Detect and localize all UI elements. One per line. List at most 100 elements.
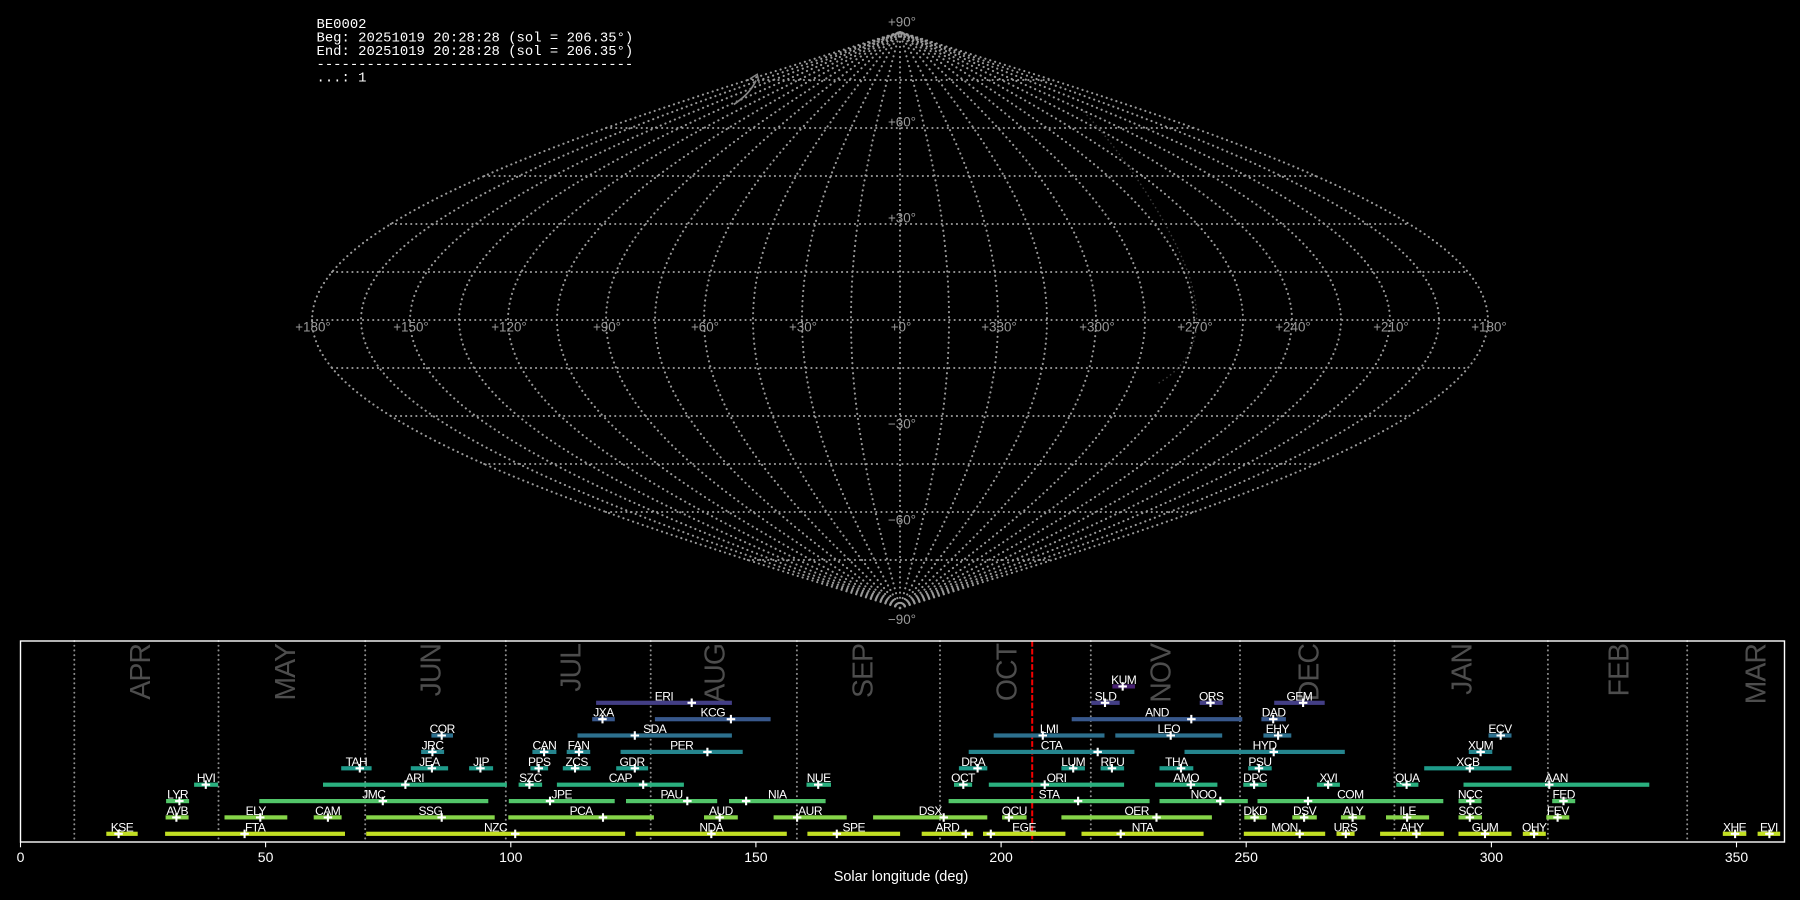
svg-text:DRA: DRA bbox=[961, 755, 985, 769]
svg-text:DKD: DKD bbox=[1243, 804, 1268, 818]
svg-text:+210°: +210° bbox=[1373, 320, 1409, 335]
svg-text:SPE: SPE bbox=[843, 820, 866, 834]
svg-text:EGE: EGE bbox=[1012, 820, 1036, 834]
svg-text:JRC: JRC bbox=[422, 738, 445, 752]
svg-text:+60°: +60° bbox=[888, 115, 916, 130]
svg-text:...: 1: ...: 1 bbox=[317, 71, 367, 87]
svg-text:SSG: SSG bbox=[418, 804, 442, 818]
svg-text:EHY: EHY bbox=[1266, 722, 1290, 736]
svg-text:AVB: AVB bbox=[166, 804, 188, 818]
svg-text:CAN: CAN bbox=[532, 738, 556, 752]
svg-text:LMI: LMI bbox=[1040, 722, 1059, 736]
svg-text:APR: APR bbox=[125, 644, 157, 700]
svg-text:TAH: TAH bbox=[346, 755, 368, 769]
svg-text:JXA: JXA bbox=[593, 706, 614, 720]
svg-text:OHY: OHY bbox=[1522, 820, 1547, 834]
svg-text:KSE: KSE bbox=[111, 820, 134, 834]
svg-text:250: 250 bbox=[1235, 849, 1259, 865]
svg-text:ARI: ARI bbox=[406, 771, 425, 785]
svg-text:GDR: GDR bbox=[620, 755, 646, 769]
svg-text:KCG: KCG bbox=[701, 706, 726, 720]
svg-text:350: 350 bbox=[1725, 849, 1749, 865]
svg-text:GEM: GEM bbox=[1286, 689, 1312, 703]
svg-text:+240°: +240° bbox=[1275, 320, 1311, 335]
svg-text:ECV: ECV bbox=[1488, 722, 1512, 736]
svg-text:JUN: JUN bbox=[416, 644, 448, 696]
svg-text:PAU: PAU bbox=[660, 788, 682, 802]
svg-text:OCU: OCU bbox=[1002, 804, 1027, 818]
svg-text:STA: STA bbox=[1039, 788, 1060, 802]
svg-text:OCT: OCT bbox=[992, 643, 1024, 701]
svg-text:+30°: +30° bbox=[789, 320, 817, 335]
svg-text:MAR: MAR bbox=[1741, 644, 1773, 705]
svg-text:PER: PER bbox=[670, 738, 694, 752]
svg-text:50: 50 bbox=[258, 849, 274, 865]
svg-text:CAM: CAM bbox=[315, 804, 341, 818]
svg-text:+330°: +330° bbox=[981, 320, 1017, 335]
svg-text:+270°: +270° bbox=[1177, 320, 1213, 335]
svg-text:−90°: −90° bbox=[888, 612, 916, 627]
svg-text:NTA: NTA bbox=[1132, 820, 1154, 834]
svg-text:+120°: +120° bbox=[491, 320, 527, 335]
svg-text:HVI: HVI bbox=[197, 771, 216, 785]
svg-text:NDA: NDA bbox=[699, 820, 723, 834]
svg-text:NCC: NCC bbox=[1458, 788, 1483, 802]
svg-text:+90°: +90° bbox=[888, 15, 916, 30]
svg-text:EVI: EVI bbox=[1760, 820, 1778, 834]
svg-text:NOV: NOV bbox=[1146, 643, 1178, 703]
svg-text:DSX: DSX bbox=[919, 804, 943, 818]
svg-text:COR: COR bbox=[430, 722, 456, 736]
svg-text:ORS: ORS bbox=[1199, 689, 1224, 703]
svg-text:MON: MON bbox=[1271, 820, 1298, 834]
svg-text:+90°: +90° bbox=[593, 320, 621, 335]
svg-text:NOO: NOO bbox=[1191, 788, 1217, 802]
svg-text:AMO: AMO bbox=[1173, 771, 1199, 785]
svg-text:HYD: HYD bbox=[1253, 738, 1278, 752]
svg-text:200: 200 bbox=[989, 849, 1013, 865]
svg-text:JMC: JMC bbox=[362, 788, 386, 802]
svg-text:NUE: NUE bbox=[807, 771, 831, 785]
svg-text:FED: FED bbox=[1552, 788, 1575, 802]
svg-text:NIA: NIA bbox=[768, 788, 787, 802]
svg-text:SCC: SCC bbox=[1458, 804, 1483, 818]
svg-text:QUA: QUA bbox=[1395, 771, 1420, 785]
svg-text:ILE: ILE bbox=[1399, 804, 1416, 818]
svg-text:FEB: FEB bbox=[1604, 644, 1636, 696]
svg-text:JUL: JUL bbox=[556, 644, 588, 692]
svg-text:CAP: CAP bbox=[609, 771, 633, 785]
svg-text:ARD: ARD bbox=[935, 820, 960, 834]
svg-text:MAY: MAY bbox=[270, 643, 302, 701]
svg-text:LYR: LYR bbox=[167, 788, 189, 802]
svg-text:LEO: LEO bbox=[1158, 722, 1181, 736]
svg-text:DPC: DPC bbox=[1243, 771, 1268, 785]
svg-text:FAN: FAN bbox=[568, 738, 590, 752]
svg-text:KUM: KUM bbox=[1111, 673, 1137, 687]
svg-text:XHE: XHE bbox=[1723, 820, 1747, 834]
svg-text:LUM: LUM bbox=[1061, 755, 1085, 769]
svg-text:SDA: SDA bbox=[643, 722, 667, 736]
svg-text:+180°: +180° bbox=[1471, 320, 1507, 335]
svg-text:ZCS: ZCS bbox=[565, 755, 588, 769]
svg-text:JIP: JIP bbox=[473, 755, 489, 769]
svg-text:DSV: DSV bbox=[1293, 804, 1317, 818]
svg-text:+60°: +60° bbox=[691, 320, 719, 335]
svg-text:OCT: OCT bbox=[951, 771, 976, 785]
svg-text:AUR: AUR bbox=[798, 804, 823, 818]
svg-text:SEP: SEP bbox=[848, 644, 880, 698]
svg-text:URS: URS bbox=[1334, 820, 1358, 834]
svg-text:+30°: +30° bbox=[888, 211, 916, 226]
svg-text:XCB: XCB bbox=[1456, 755, 1480, 769]
svg-text:100: 100 bbox=[499, 849, 523, 865]
svg-text:FTA: FTA bbox=[245, 820, 266, 834]
svg-text:−60°: −60° bbox=[888, 513, 916, 528]
svg-text:RPU: RPU bbox=[1100, 755, 1124, 769]
svg-text:+0°: +0° bbox=[891, 320, 912, 335]
svg-text:AAN: AAN bbox=[1545, 771, 1568, 785]
svg-text:THA: THA bbox=[1165, 755, 1188, 769]
svg-text:NZC: NZC bbox=[484, 820, 508, 834]
svg-text:OER: OER bbox=[1124, 804, 1149, 818]
svg-text:AND: AND bbox=[1145, 706, 1170, 720]
svg-text:AHY: AHY bbox=[1400, 820, 1424, 834]
svg-text:JAN: JAN bbox=[1447, 644, 1479, 695]
svg-text:PSU: PSU bbox=[1248, 755, 1271, 769]
